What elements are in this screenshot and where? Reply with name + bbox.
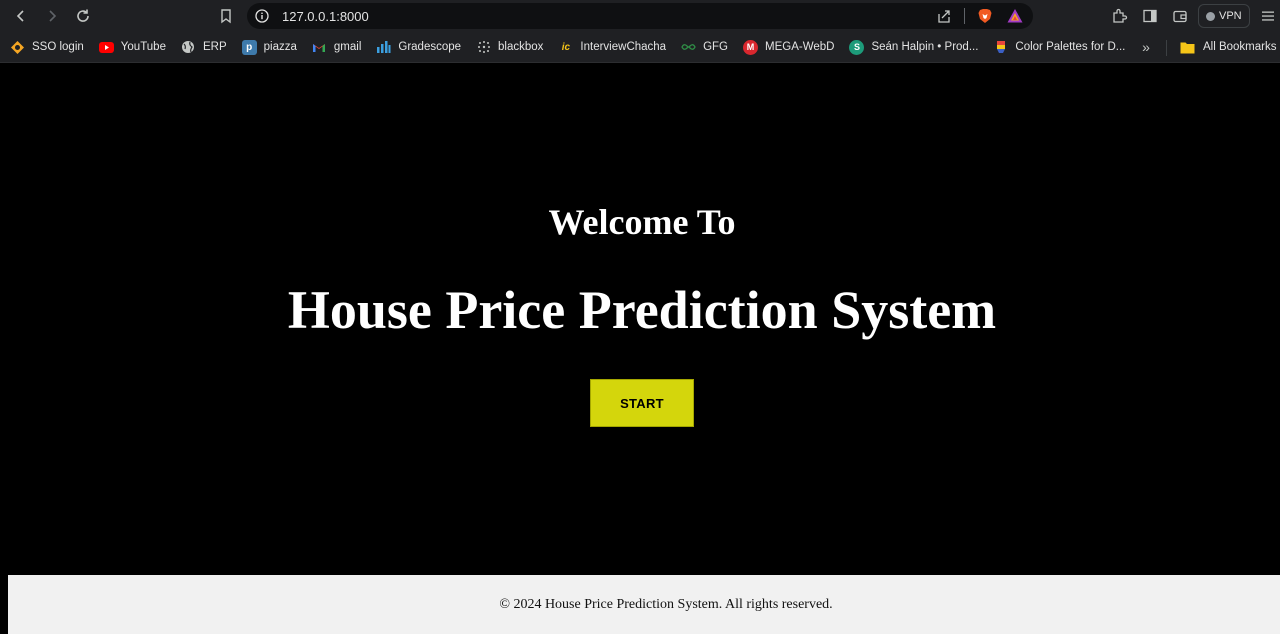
bookmark-gmail[interactable]: gmail [303, 35, 367, 59]
bookmark-label: Color Palettes for D... [1015, 41, 1126, 53]
folder-icon [1180, 42, 1195, 53]
sean-halpin-icon: S [849, 39, 865, 55]
bookmark-icon [221, 9, 231, 24]
reload-icon [77, 9, 89, 22]
bookmark-interviewchacha[interactable]: ic InterviewChacha [549, 35, 672, 59]
vpn-status-icon [1206, 11, 1215, 21]
gmail-icon [312, 40, 327, 55]
browser-toolbar: 127.0.0.1:8000 VPN [0, 0, 1280, 32]
menu-icon[interactable] [1256, 4, 1280, 28]
bookmark-page-button[interactable] [214, 4, 238, 28]
bookmark-label: MEGA-WebD [765, 41, 835, 53]
all-bookmarks-button[interactable]: All Bookmarks [1180, 36, 1277, 58]
more-bookmarks-chevron-icon[interactable]: » [1136, 36, 1156, 58]
vpn-button[interactable]: VPN [1198, 4, 1250, 28]
piazza-icon: p [241, 39, 257, 55]
bookmark-mega-webd[interactable]: M MEGA-WebD [734, 35, 840, 59]
back-arrow-icon [16, 10, 24, 22]
forward-button[interactable] [37, 1, 67, 31]
bookmark-sean-halpin[interactable]: S Seán Halpin • Prod... [840, 35, 984, 59]
footer: © 2024 House Price Prediction System. Al… [8, 575, 1280, 634]
gradescope-icon [376, 40, 391, 55]
forward-arrow-icon [49, 10, 57, 22]
bookmark-label: gmail [333, 41, 362, 53]
bookmark-label: YouTube [120, 41, 166, 53]
extensions-icon[interactable] [1108, 4, 1132, 28]
page-title: House Price Prediction System [287, 280, 997, 340]
bookmark-sso-login[interactable]: SSO login [0, 35, 90, 59]
bookmark-label: piazza [263, 41, 297, 53]
color-palettes-icon [993, 40, 1008, 55]
bookmark-blackbox[interactable]: blackbox [467, 35, 549, 59]
bookmark-label: GFG [703, 41, 728, 53]
bookmark-label: SSO login [32, 41, 84, 53]
interviewchacha-icon: ic [561, 41, 571, 53]
all-bookmarks-label: All Bookmarks [1203, 41, 1277, 53]
gfg-icon [681, 40, 696, 55]
bookmark-gradescope[interactable]: Gradescope [367, 35, 467, 59]
bookmark-label: InterviewChacha [580, 41, 667, 53]
bookmark-erp[interactable]: ERP [172, 35, 233, 59]
brave-rewards-icon[interactable] [1005, 6, 1025, 26]
wallet-icon[interactable] [1168, 4, 1192, 28]
reload-button[interactable] [68, 1, 98, 31]
youtube-icon [98, 40, 114, 55]
bookmark-color-palettes[interactable]: Color Palettes for D... [984, 35, 1131, 59]
bookmark-youtube[interactable]: YouTube [90, 35, 172, 59]
sidebar-icon[interactable] [1138, 4, 1162, 28]
bookmark-gfg[interactable]: GFG [672, 35, 734, 59]
bookmarks-divider [1166, 40, 1167, 56]
url-text[interactable]: 127.0.0.1:8000 [282, 9, 369, 24]
welcome-heading: Welcome To [548, 202, 736, 242]
footer-copyright: © 2024 House Price Prediction System. Al… [499, 596, 833, 612]
bookmark-label: ERP [202, 41, 227, 53]
bookmarks-bar: SSO login YouTube ERP p piazza gmail Gra… [0, 32, 1280, 63]
globe-icon [181, 40, 196, 55]
address-bar[interactable]: 127.0.0.1:8000 [247, 3, 1033, 29]
start-button[interactable]: START [590, 379, 694, 427]
mega-icon: M [743, 39, 758, 55]
page-content: Welcome To House Price Prediction System… [0, 64, 1280, 634]
site-info-icon[interactable] [255, 9, 269, 23]
blackbox-icon [476, 40, 491, 55]
back-button[interactable] [6, 1, 36, 31]
bookmark-label: Gradescope [398, 41, 462, 53]
omnibox-separator [964, 8, 965, 24]
bookmark-label: blackbox [498, 41, 544, 53]
bookmark-label: Seán Halpin • Prod... [871, 41, 979, 53]
bookmark-piazza[interactable]: p piazza [233, 35, 303, 59]
brave-shields-icon[interactable] [975, 6, 995, 26]
share-icon[interactable] [934, 6, 954, 26]
sso-icon [10, 40, 25, 55]
vpn-label: VPN [1219, 10, 1242, 22]
